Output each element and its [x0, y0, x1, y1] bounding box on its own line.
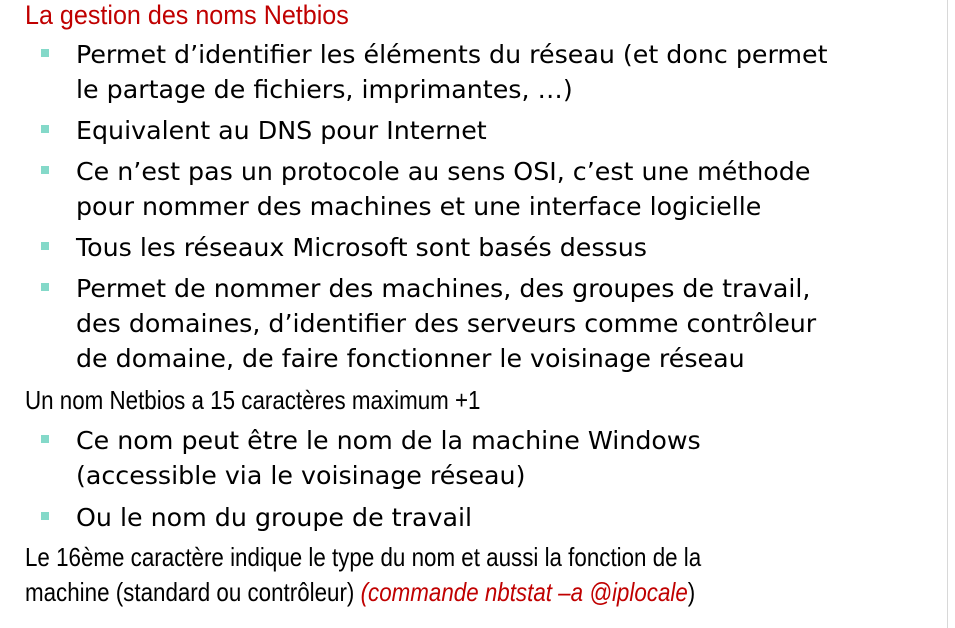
footer-text: machine (standard ou contrôleur) — [25, 577, 361, 607]
bullet-text: de domaine, de faire fonctionner le vois… — [76, 344, 745, 373]
bullet-text: le partage de fichiers, imprimantes, …) — [76, 75, 573, 104]
bullet-icon — [41, 435, 49, 443]
footer-line-2: machine (standard ou contrôleur) (comman… — [25, 579, 695, 605]
slide-edge — [947, 0, 948, 628]
bullet-text: Permet de nommer des machines, des group… — [76, 274, 811, 303]
footer-line-1: Le 16ème caractère indique le type du no… — [25, 542, 702, 572]
bullet-icon — [41, 283, 49, 291]
bullet-text: pour nommer des machines et une interfac… — [76, 192, 762, 221]
bullet-icon — [41, 125, 49, 133]
slide-title: La gestion des noms Netbios — [25, 0, 349, 30]
bullet-text: des domaines, d’identifier des serveurs … — [76, 309, 817, 338]
bullet-text: Ou le nom du groupe de travail — [76, 503, 473, 532]
command-text: (commande nbtstat –a @iplocale — [360, 577, 688, 607]
close-paren: ) — [687, 577, 696, 607]
bullet-text: Tous les réseaux Microsoft sont basés de… — [76, 233, 647, 262]
section-heading: Un nom Netbios a 15 caractères maximum +… — [25, 385, 481, 415]
bullet-icon — [41, 166, 49, 174]
bullet-text: Ce nom peut être le nom de la machine Wi… — [76, 426, 701, 455]
bullet-icon — [41, 49, 49, 57]
bullet-icon — [41, 512, 49, 520]
bullet-icon — [41, 242, 49, 250]
bullet-text: Equivalent au DNS pour Internet — [76, 116, 487, 145]
bullet-text: Ce n’est pas un protocole au sens OSI, c… — [76, 157, 811, 186]
bullet-text: (accessible via le voisinage réseau) — [76, 461, 526, 490]
bullet-text: Permet d’identifier les éléments du rése… — [76, 40, 828, 69]
